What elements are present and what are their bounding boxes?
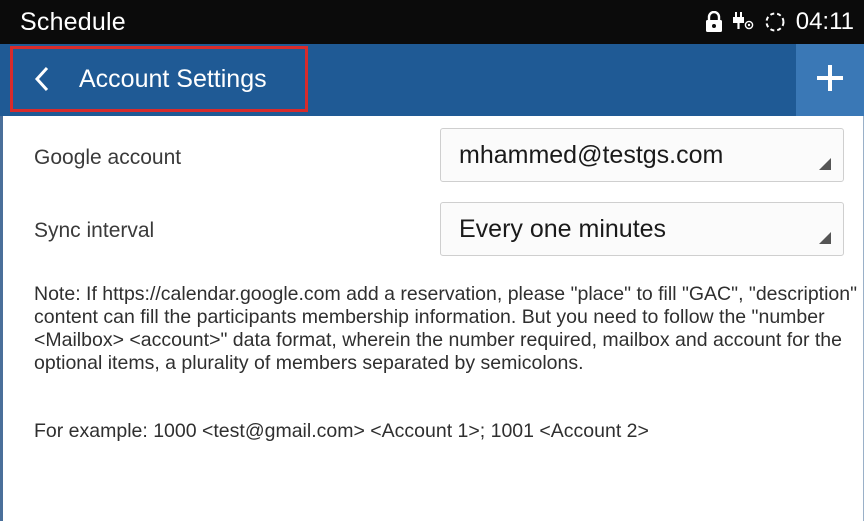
lock-icon	[705, 11, 723, 33]
status-icons: 04:11	[705, 8, 854, 36]
status-bar: Schedule 04:11	[0, 0, 864, 44]
sync-interval-label: Sync interval	[34, 219, 155, 242]
note-text: Note: If https://calendar.google.com add…	[34, 283, 858, 374]
dropdown-arrow-icon	[819, 157, 831, 170]
google-account-label: Google account	[34, 146, 182, 169]
sync-interval-value: Every one minutes	[459, 215, 667, 243]
google-account-select[interactable]: mhammed@testgs.com	[440, 128, 844, 182]
sync-interval-select[interactable]: Every one minutes	[440, 202, 844, 256]
usb-icon	[732, 11, 754, 33]
sync-icon	[763, 10, 787, 34]
dropdown-arrow-icon	[819, 231, 831, 244]
clock-time: 04:11	[795, 8, 854, 35]
example-text: For example: 1000 <test@gmail.com> <Acco…	[34, 420, 649, 442]
app-title: Schedule	[20, 8, 126, 36]
back-button[interactable]: Account Settings	[10, 46, 308, 112]
page-title: Account Settings	[79, 64, 267, 93]
add-button[interactable]	[796, 44, 864, 116]
chevron-left-icon	[33, 65, 51, 93]
plus-icon	[815, 63, 845, 98]
google-account-value: mhammed@testgs.com	[459, 141, 724, 169]
